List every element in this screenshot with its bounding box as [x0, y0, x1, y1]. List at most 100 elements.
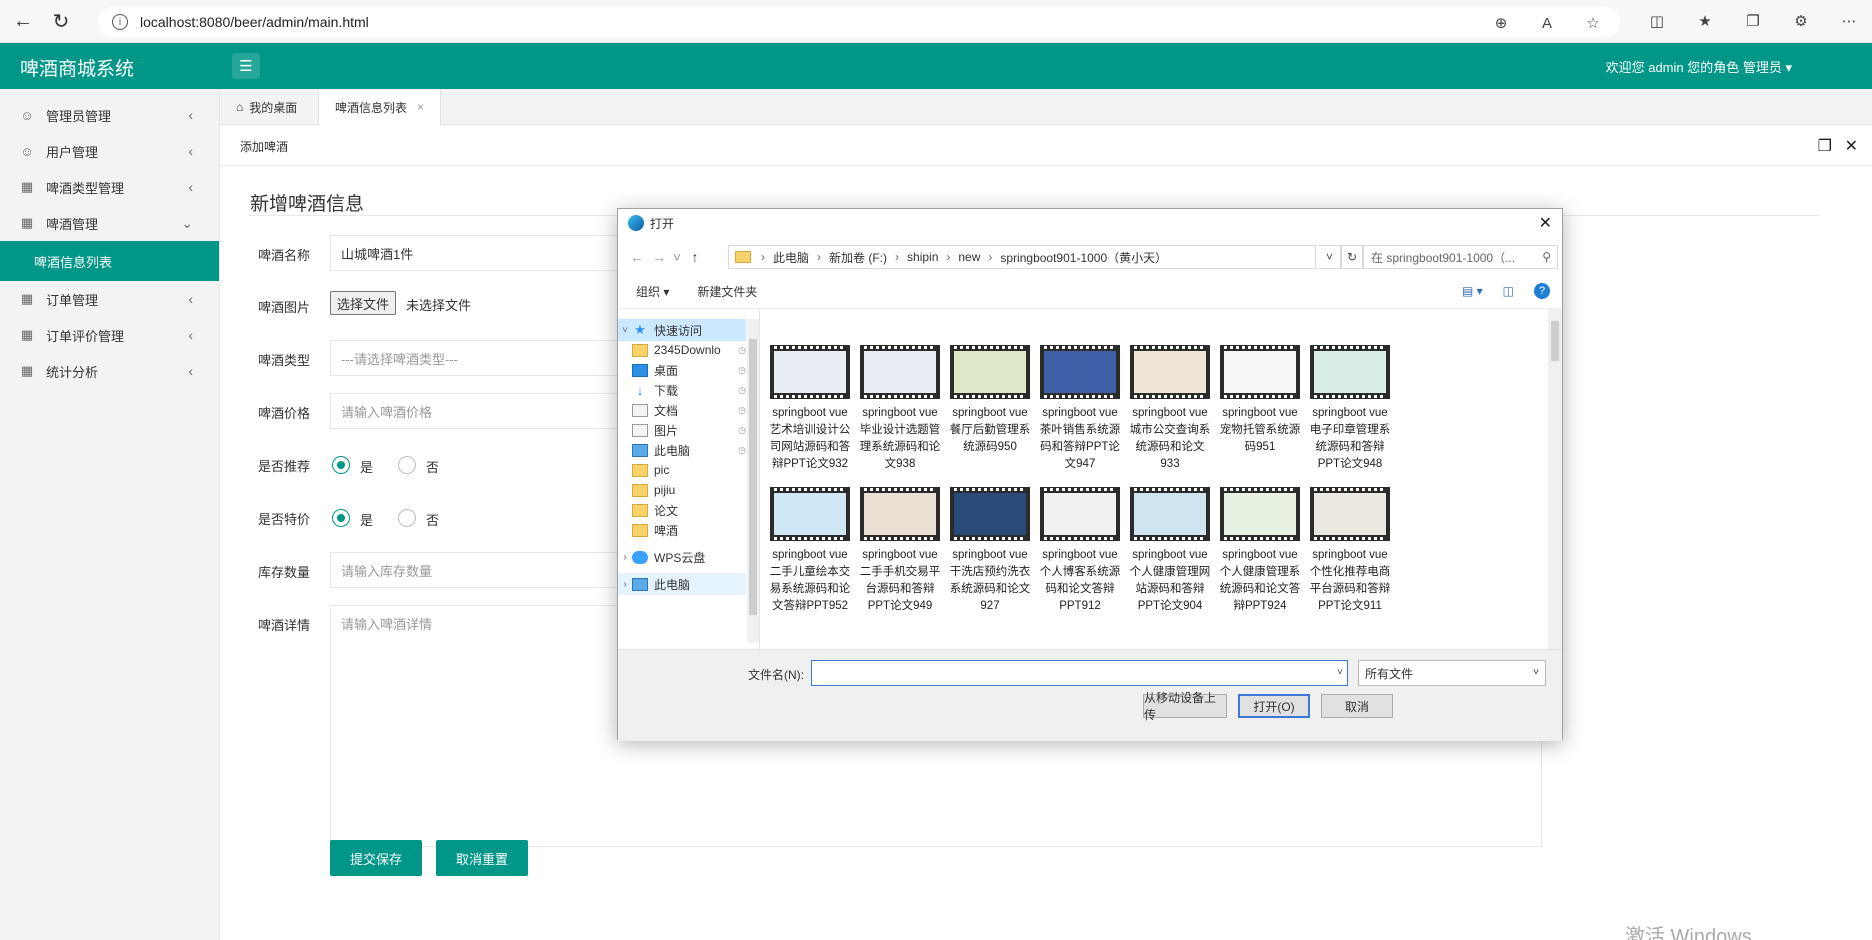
recommend-yes-radio[interactable]: [332, 456, 350, 474]
submit-button[interactable]: 提交保存: [330, 840, 422, 876]
recommend-no-radio[interactable]: [398, 456, 416, 474]
extensions-icon[interactable]: ⚙: [1792, 12, 1810, 30]
sidebar-item-users[interactable]: ☺ 用户管理 ‹: [0, 133, 219, 169]
file-item[interactable]: springboot vue二手儿童绘本交易系统源码和论文答辩PPT952: [768, 487, 852, 615]
breadcrumb[interactable]: › 此电脑 › 新加卷 (F:) › shipin › new › spring…: [728, 245, 1316, 269]
chevron-down-icon[interactable]: ˅: [1318, 245, 1342, 269]
file-item[interactable]: springboot vue个人健康管理系统源码和论文答辩PPT924: [1218, 487, 1302, 615]
breadcrumb-item[interactable]: shipin: [907, 250, 938, 264]
close-icon[interactable]: ✕: [1845, 136, 1858, 156]
refresh-icon[interactable]: ↻: [46, 6, 76, 36]
organize-menu[interactable]: 组织 ▾: [636, 283, 669, 300]
back-icon[interactable]: ←: [8, 6, 38, 36]
nav-item[interactable]: 桌面 ◷: [618, 359, 746, 381]
maximize-icon[interactable]: ❐: [1818, 136, 1832, 156]
file-item[interactable]: springboot vue电子印章管理系统源码和答辩PPT论文948: [1308, 345, 1392, 473]
upload-from-mobile-button[interactable]: 从移动设备上传: [1143, 691, 1227, 722]
file-item[interactable]: springboot vue艺术培训设计公司网站源码和答辩PPT论文932: [768, 345, 852, 473]
filename-input[interactable]: ˅: [811, 660, 1348, 686]
special-no-radio[interactable]: [398, 509, 416, 527]
favorite-star-icon[interactable]: ☆: [1584, 14, 1602, 32]
nav-item[interactable]: ↓ 下载 ◷: [618, 379, 746, 401]
nav-item[interactable]: 此电脑 ◷: [618, 439, 746, 461]
file-item[interactable]: springboot vue餐厅后勤管理系统源码950: [948, 345, 1032, 456]
nav-item-wps-cloud[interactable]: › WPS云盘: [618, 546, 746, 568]
favorites-icon[interactable]: ★: [1696, 12, 1714, 30]
file-item[interactable]: springboot vue城市公交查询系统源码和论文933: [1128, 345, 1212, 473]
special-yes-radio[interactable]: [332, 509, 350, 527]
chevron-right-icon[interactable]: ›: [618, 552, 632, 563]
radio-label: 否: [426, 513, 440, 528]
sidebar-item-admin[interactable]: ☺ 管理员管理 ‹: [0, 97, 219, 133]
sidebar-subitem-beer-list[interactable]: 啤酒信息列表: [0, 241, 219, 281]
path-bar: ← → ˅ ↑ › 此电脑 › 新加卷 (F:) › shipin › new …: [626, 245, 1558, 269]
split-screen-icon[interactable]: ◫: [1648, 12, 1666, 30]
search-input[interactable]: 在 springboot901-1000（... ⚲: [1362, 245, 1558, 269]
sidebar-item-statistics[interactable]: ▦ 统计分析 ‹: [0, 353, 219, 389]
scroll-thumb[interactable]: [1551, 321, 1559, 361]
nav-item[interactable]: 文档 ◷: [618, 399, 746, 421]
help-icon[interactable]: ?: [1534, 283, 1550, 299]
menu-toggle-icon[interactable]: ☰: [232, 53, 260, 79]
user-welcome-menu[interactable]: 欢迎您 admin 您的角色 管理员 ▾: [1606, 57, 1792, 76]
view-options-icon[interactable]: ▤ ▾: [1462, 284, 1483, 298]
file-list-scrollbar[interactable]: [1548, 309, 1562, 649]
choose-file-button[interactable]: 选择文件: [330, 291, 397, 315]
nav-item[interactable]: pijiu: [618, 479, 746, 501]
refresh-icon[interactable]: ↻: [1340, 245, 1364, 269]
file-item[interactable]: springboot vue个人健康管理网站源码和答辩PPT论文904: [1128, 487, 1212, 615]
collections-icon[interactable]: ❐: [1744, 12, 1762, 30]
breadcrumb-item[interactable]: 此电脑: [773, 249, 809, 266]
more-icon[interactable]: ⋯: [1840, 12, 1858, 30]
file-item[interactable]: springboot vue宠物托管系统源码951: [1218, 345, 1302, 456]
sidebar-item-beer[interactable]: ▦ 啤酒管理 ⌄: [0, 205, 219, 241]
file-list: springboot vue艺术培训设计公司网站源码和答辩PPT论文932 sp…: [760, 309, 1548, 649]
file-item[interactable]: springboot vue个人博客系统源码和论文答辩PPT912: [1038, 487, 1122, 615]
address-bar[interactable]: i localhost:8080/beer/admin/main.html: [98, 7, 1620, 37]
sidebar-item-orders[interactable]: ▦ 订单管理 ‹: [0, 281, 219, 317]
file-item[interactable]: springboot vue毕业设计选题管理系统源码和论文938: [858, 345, 942, 473]
file-item[interactable]: springboot vue个性化推荐电商平台源码和答辩PPT论文911: [1308, 487, 1392, 615]
thumbnail-content: [1224, 351, 1296, 393]
nav-item[interactable]: pic: [618, 459, 746, 481]
chevron-down-icon[interactable]: ˅: [1337, 667, 1343, 678]
file-name: springboot vue餐厅后勤管理系统源码950: [949, 407, 1031, 453]
nav-item[interactable]: 论文: [618, 499, 746, 521]
nav-item[interactable]: 图片 ◷: [618, 419, 746, 441]
new-folder-button[interactable]: 新建文件夹: [697, 283, 757, 300]
cancel-button[interactable]: 取消: [1321, 694, 1393, 718]
welcome-text: 欢迎您 admin 您的角色 管理员: [1605, 60, 1782, 75]
nav-scrollbar[interactable]: [747, 319, 759, 643]
zoom-icon[interactable]: ⊕: [1492, 14, 1510, 32]
recent-dropdown-icon[interactable]: ˅: [670, 249, 684, 265]
back-arrow-icon[interactable]: ←: [626, 249, 648, 265]
sidebar: ☺ 管理员管理 ‹ ☺ 用户管理 ‹ ▦ 啤酒类型管理 ‹ ▦ 啤酒管理 ⌄ 啤酒信息列表 ▦ 订…: [0, 89, 220, 940]
nav-item[interactable]: 2345Downlo ◷: [618, 339, 746, 361]
file-item[interactable]: springboot vue干洗店预约洗衣系统源码和论文927: [948, 487, 1032, 615]
file-type-select[interactable]: 所有文件 ˅: [1358, 660, 1546, 686]
info-icon[interactable]: i: [112, 14, 128, 30]
open-button[interactable]: 打开(O): [1238, 694, 1310, 718]
breadcrumb-item[interactable]: springboot901-1000（黄小天）: [1000, 249, 1167, 266]
file-item[interactable]: springboot vue二手手机交易平台源码和答辩PPT论文949: [858, 487, 942, 615]
breadcrumb-item[interactable]: new: [958, 250, 980, 264]
sidebar-item-order-reviews[interactable]: ▦ 订单评价管理 ‹: [0, 317, 219, 353]
nav-item-this-pc[interactable]: › 此电脑: [618, 573, 746, 595]
scroll-thumb[interactable]: [749, 339, 757, 615]
close-tab-icon[interactable]: ×: [417, 100, 424, 114]
up-arrow-icon[interactable]: ↑: [684, 249, 706, 265]
tab-beer-list[interactable]: 啤酒信息列表 ×: [318, 89, 442, 125]
nav-item-quick-access[interactable]: ˅ ★ 快速访问: [618, 319, 746, 341]
nav-item[interactable]: 啤酒: [618, 519, 746, 541]
read-aloud-icon[interactable]: A: [1538, 14, 1556, 32]
preview-pane-icon[interactable]: ◫: [1503, 284, 1514, 298]
file-item[interactable]: springboot vue茶叶销售系统源码和答辩PPT论文947: [1038, 345, 1122, 473]
close-icon[interactable]: ✕: [1539, 213, 1552, 233]
tab-desktop[interactable]: ⌂ 我的桌面: [220, 89, 313, 125]
chevron-right-icon[interactable]: ›: [618, 579, 632, 590]
breadcrumb-item[interactable]: 新加卷 (F:): [829, 249, 887, 266]
reset-button[interactable]: 取消重置: [436, 840, 528, 876]
forward-arrow-icon[interactable]: →: [648, 249, 670, 265]
chevron-down-icon[interactable]: ˅: [618, 325, 632, 336]
sidebar-item-beer-types[interactable]: ▦ 啤酒类型管理 ‹: [0, 169, 219, 205]
